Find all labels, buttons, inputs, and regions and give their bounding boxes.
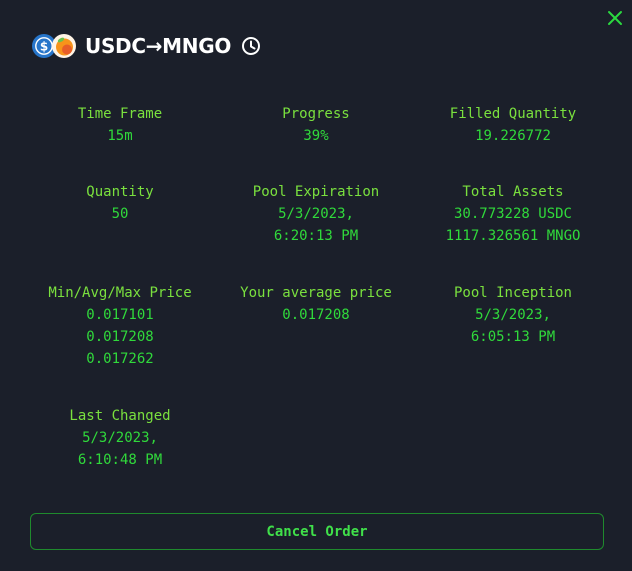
clock-icon xyxy=(242,37,261,55)
stat-min-avg-max-price: Min/Avg/Max Price 0.017101 0.017208 0.01… xyxy=(20,282,220,370)
stat-value-time: 6:20:13 PM xyxy=(273,228,359,244)
stat-value-date: 5/3/2023, xyxy=(475,307,551,323)
stat-value-avg: 0.017208 xyxy=(86,329,154,345)
stat-value-date: 5/3/2023, xyxy=(278,206,354,222)
stat-value-time: 6:05:13 PM xyxy=(470,329,556,345)
stat-label: Filled Quantity xyxy=(449,106,577,122)
stat-pool-expiration: Pool Expiration 5/3/2023, 6:20:13 PM xyxy=(216,181,416,247)
stat-label: Total Assets xyxy=(462,184,564,200)
stat-label: Quantity xyxy=(86,184,154,200)
mngo-token-icon xyxy=(52,34,76,58)
stat-progress: Progress 39% xyxy=(216,103,416,147)
stat-time-frame: Time Frame 15m xyxy=(20,103,220,147)
stat-quantity: Quantity 50 xyxy=(20,181,220,225)
stat-label: Min/Avg/Max Price xyxy=(48,285,192,301)
stat-label: Last Changed xyxy=(69,408,171,424)
stat-value: 39% xyxy=(303,128,329,144)
stat-value-max: 0.017262 xyxy=(86,351,154,367)
stat-last-changed: Last Changed 5/3/2023, 6:10:48 PM xyxy=(20,405,220,471)
stat-label: Pool Inception xyxy=(453,285,572,301)
stat-value-usdc: 30.773228 USDC xyxy=(453,206,572,222)
stat-label: Progress xyxy=(282,106,350,122)
svg-text:$: $ xyxy=(40,39,48,53)
stat-value-date: 5/3/2023, xyxy=(82,430,158,446)
stat-your-average-price: Your average price 0.017208 xyxy=(216,282,416,326)
order-details-modal: $ USDC→MNGO Time Frame 15m Progress 39% … xyxy=(0,0,632,571)
pair-header: $ USDC→MNGO xyxy=(32,34,261,58)
stat-label: Your average price xyxy=(240,285,392,301)
stat-value: 15m xyxy=(107,128,133,144)
token-pair-icons: $ xyxy=(32,34,76,58)
stat-total-assets: Total Assets 30.773228 USDC 1117.326561 … xyxy=(413,181,613,247)
stat-value: 50 xyxy=(111,206,129,222)
stat-filled-quantity: Filled Quantity 19.226772 xyxy=(413,103,613,147)
stat-value: 0.017208 xyxy=(282,307,350,323)
close-icon[interactable] xyxy=(606,9,624,27)
stat-label: Time Frame xyxy=(77,106,163,122)
stat-pool-inception: Pool Inception 5/3/2023, 6:05:13 PM xyxy=(413,282,613,348)
stat-value-mngo: 1117.326561 MNGO xyxy=(445,228,581,244)
stat-value: 19.226772 xyxy=(475,128,551,144)
stat-value-time: 6:10:48 PM xyxy=(77,452,163,468)
stat-label: Pool Expiration xyxy=(252,184,380,200)
stat-value-min: 0.017101 xyxy=(86,307,154,323)
pair-name: USDC→MNGO xyxy=(85,34,232,58)
cancel-order-button[interactable]: Cancel Order xyxy=(30,513,604,550)
